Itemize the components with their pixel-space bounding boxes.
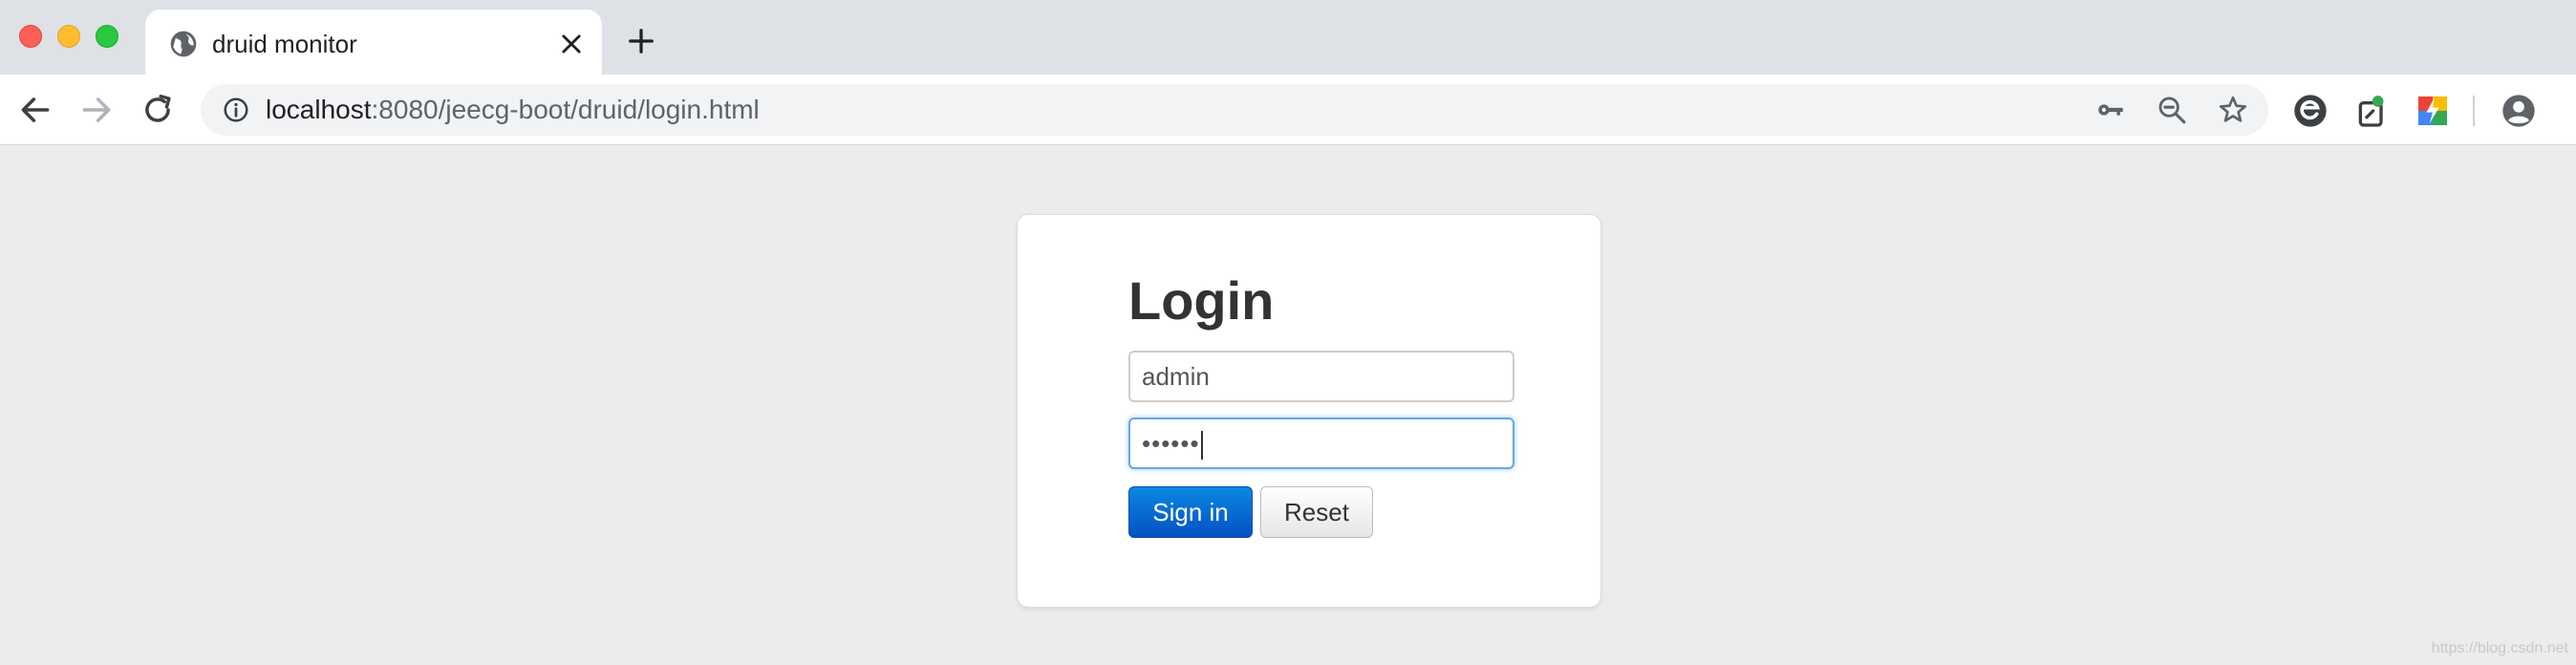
tab-title: druid monitor <box>212 30 357 58</box>
address-bar[interactable]: localhost:8080/jeecg-boot/druid/login.ht… <box>201 84 2268 136</box>
globe-icon <box>170 31 197 57</box>
zoom-out-icon[interactable] <box>2156 94 2188 126</box>
tab-strip: druid monitor <box>0 0 2576 75</box>
site-info-icon[interactable] <box>222 96 250 124</box>
sign-in-button[interactable]: Sign in <box>1128 486 1253 538</box>
password-input[interactable]: •••••• <box>1128 418 1514 469</box>
toolbar-separator <box>2473 96 2475 126</box>
url-text[interactable]: localhost:8080/jeecg-boot/druid/login.ht… <box>266 95 760 125</box>
login-heading: Login <box>1128 270 1275 331</box>
text-caret <box>1200 431 1203 461</box>
bookmark-star-icon[interactable] <box>2217 94 2249 126</box>
back-icon[interactable] <box>17 92 54 128</box>
watermark: https://blog.csdn.net <box>2431 640 2568 656</box>
key-icon[interactable] <box>2094 94 2127 126</box>
close-tab-icon[interactable] <box>558 31 585 57</box>
extension-color-icon[interactable] <box>2414 92 2452 130</box>
profile-icon[interactable] <box>2500 92 2538 130</box>
extension-e-icon[interactable] <box>2291 92 2329 130</box>
new-tab-icon[interactable] <box>627 27 655 55</box>
password-mask: •••••• <box>1142 429 1200 458</box>
login-panel: Login admin •••••• Sign in Reset <box>1017 214 1601 608</box>
minimize-window-button[interactable] <box>57 25 80 48</box>
page-content: Login admin •••••• Sign in Reset https:/… <box>0 145 2576 665</box>
extension-edit-icon[interactable] <box>2352 92 2391 130</box>
maximize-window-button[interactable] <box>96 25 118 48</box>
close-window-button[interactable] <box>19 25 42 48</box>
forward-icon[interactable] <box>78 92 115 128</box>
reset-button[interactable]: Reset <box>1260 486 1373 538</box>
browser-tab[interactable]: druid monitor <box>145 10 602 75</box>
url-path: :8080/jeecg-boot/druid/login.html <box>371 95 760 124</box>
username-input[interactable]: admin <box>1128 351 1514 402</box>
reload-icon[interactable] <box>140 92 176 128</box>
url-host: localhost <box>266 95 372 124</box>
browser-toolbar: localhost:8080/jeecg-boot/druid/login.ht… <box>0 75 2576 145</box>
